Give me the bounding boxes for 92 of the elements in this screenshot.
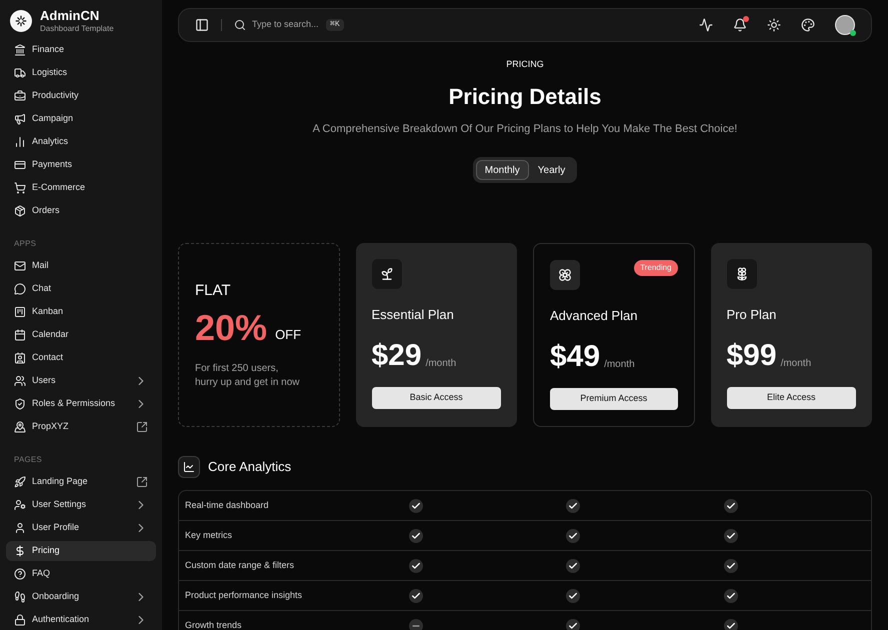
sidebar-item[interactable]: Onboarding: [6, 586, 156, 607]
plan-name: Pro Plan: [726, 306, 778, 324]
avatar[interactable]: [835, 15, 855, 35]
sidebar-item[interactable]: E-Commerce: [6, 178, 156, 198]
sidebar-item[interactable]: Chat: [6, 278, 156, 299]
discount-label: FLAT: [195, 280, 232, 301]
flower-icon: [558, 268, 572, 282]
discount-amount: 20%: [195, 310, 268, 346]
calendar-icon: [14, 328, 26, 341]
eyebrow-label: PRICING: [506, 58, 544, 71]
footprints-icon: [14, 590, 26, 603]
price-period: /month: [780, 356, 812, 370]
discount-note: For first 250 users, hurry up and get in now: [195, 362, 301, 390]
sidebar-item[interactable]: User Settings: [6, 494, 156, 515]
sidebar-item[interactable]: Orders: [6, 200, 156, 221]
chat-bubble-icon: [14, 282, 26, 295]
line-chart-icon: [183, 461, 195, 473]
sidebar-item[interactable]: Landing Page: [6, 472, 156, 492]
logo-icon: [10, 10, 32, 32]
users-icon: [14, 374, 26, 387]
page-subtitle: A Comprehensive Breakdown Of Our Pricing Plans to Help You Make The Best Choice!: [312, 122, 738, 136]
sidebar-item[interactable]: Kanban: [6, 302, 156, 322]
section-title: Core Analytics: [208, 458, 292, 476]
sidebar-item[interactable]: Mail: [6, 256, 156, 276]
brand-subtitle: Dashboard Template: [40, 24, 114, 34]
activity-icon[interactable]: [699, 18, 713, 32]
dollar-icon: [14, 544, 26, 557]
user-icon: [14, 522, 26, 534]
sidebar-item[interactable]: Pricing: [6, 540, 156, 561]
bank-icon: [14, 44, 26, 56]
sidebar-item[interactable]: Calendar: [6, 324, 156, 345]
sidebar-toggle-icon[interactable]: [195, 18, 209, 32]
sidebar-item[interactable]: Payments: [6, 154, 156, 175]
notification-bell[interactable]: [733, 18, 747, 32]
credit-card-icon: [14, 158, 26, 171]
theme-icon[interactable]: [767, 18, 781, 32]
map-pin-icon: [14, 420, 26, 433]
contact-card-icon: [14, 352, 26, 364]
bar-chart-icon: [14, 136, 26, 148]
user-gear-icon: [14, 498, 26, 511]
plan-price: $99: [726, 340, 777, 370]
palette-icon[interactable]: [801, 18, 815, 32]
briefcase-icon: [14, 90, 26, 102]
sidebar-item[interactable]: PropXYZ: [6, 416, 156, 437]
feature-name: Product performance insights: [184, 588, 304, 602]
sprout-icon: [380, 267, 394, 281]
sidebar-item[interactable]: Authentication: [6, 610, 156, 630]
price-period: /month: [604, 358, 635, 372]
help-icon: [14, 568, 26, 580]
kanban-icon: [14, 306, 26, 318]
plan-button[interactable]: Elite Access: [726, 386, 856, 408]
plan-name: Essential Plan: [372, 306, 455, 324]
billing-option[interactable]: Yearly: [528, 160, 574, 180]
sidebar-item[interactable]: Logistics: [6, 62, 156, 83]
rocket-icon: [14, 476, 26, 488]
plan-button[interactable]: Basic Access: [372, 386, 501, 408]
mail-icon: [14, 260, 26, 272]
section-label: PAGES: [13, 454, 43, 466]
brand-name: AdminCN: [40, 8, 100, 24]
search-icon: [234, 19, 246, 31]
sidebar-item[interactable]: Users: [6, 370, 156, 391]
billing-option[interactable]: Monthly: [476, 160, 529, 180]
plan-name: Advanced Plan: [550, 307, 638, 325]
plan-button[interactable]: Premium Access: [550, 388, 678, 410]
search-field[interactable]: Type to search... ⌘K: [234, 18, 344, 32]
flower-icon: [734, 267, 748, 281]
feature-name: Real-time dashboard: [184, 498, 270, 512]
sidebar-item[interactable]: Campaign: [6, 108, 156, 129]
sidebar-item[interactable]: Finance: [6, 40, 156, 60]
plan-price: $49: [550, 342, 600, 372]
section-label: APPS: [13, 238, 38, 250]
page-title: Pricing Details: [448, 82, 602, 111]
feature-name: Key metrics: [184, 528, 234, 542]
price-period: /month: [426, 356, 456, 370]
shield-icon: [14, 398, 26, 410]
megaphone-icon: [14, 112, 26, 125]
sidebar-item[interactable]: Roles & Permissions: [6, 394, 156, 414]
sidebar-item[interactable]: FAQ: [6, 564, 156, 584]
cart-icon: [14, 182, 26, 194]
sidebar-item[interactable]: Productivity: [6, 86, 156, 106]
feature-name: Custom date range & filters: [184, 558, 296, 572]
trending-badge: Trending: [634, 260, 678, 276]
plan-price: $29: [372, 340, 422, 370]
sidebar-item[interactable]: Contact: [6, 348, 156, 368]
sidebar-item[interactable]: User Profile: [6, 518, 156, 538]
truck-icon: [14, 66, 26, 79]
shortcut-key: ⌘K: [326, 19, 344, 31]
lock-icon: [14, 614, 26, 626]
sidebar-item[interactable]: Analytics: [6, 132, 156, 152]
feature-name: Growth trends: [184, 618, 243, 630]
package-icon: [14, 204, 26, 217]
discount-suffix: OFF: [275, 326, 302, 344]
